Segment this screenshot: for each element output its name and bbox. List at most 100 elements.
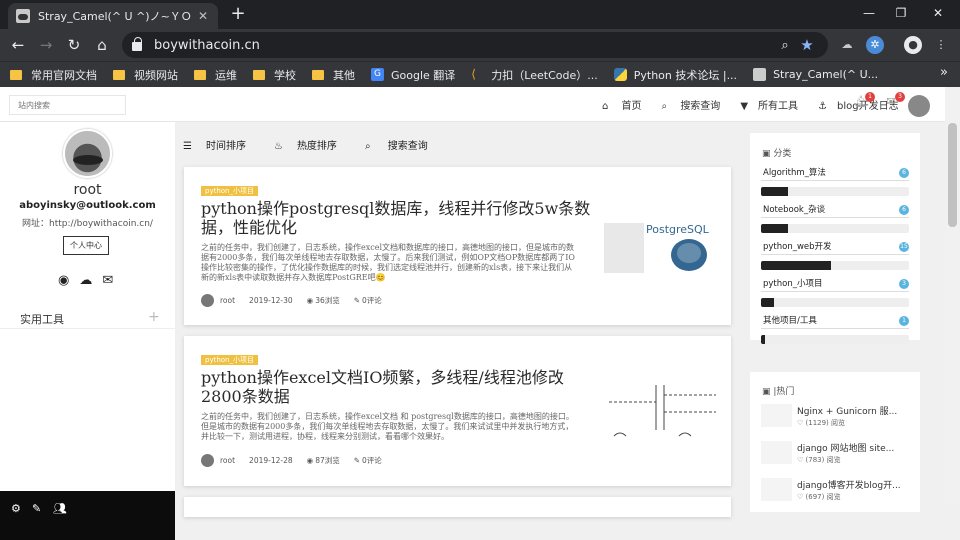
heart-icon: ♡ <box>797 456 806 464</box>
tab-close-icon[interactable]: ✕ <box>196 9 210 23</box>
nav-avatar[interactable] <box>908 95 930 117</box>
article-card[interactable]: python_小项目 python操作excel文档IO频繁，多线程/线程池修改… <box>184 336 731 486</box>
article-title[interactable]: python操作postgresql数据库，线程并行修改5w条数据，性能优化 <box>201 199 591 237</box>
social-links: ◉ ☁ ✉ <box>58 273 123 288</box>
home-icon[interactable]: ⌂ <box>92 35 112 55</box>
hot-item[interactable]: Nginx + Gunicorn 服... ♡ (1129) 阅览 <box>761 404 911 430</box>
category-progress <box>761 298 909 307</box>
article-tag[interactable]: python_小项目 <box>201 355 258 365</box>
postgresql-thumbnail[interactable]: PostgreSQL <box>604 215 721 277</box>
category-progress <box>761 261 909 270</box>
hot-item[interactable]: django博客开发blog开... ♡ (697) 阅览 <box>761 478 911 504</box>
github-icon[interactable]: ◉ <box>58 273 69 288</box>
forward-icon[interactable]: → <box>36 35 56 55</box>
category-name[interactable]: Notebook_杂谈 <box>763 203 825 215</box>
page: ⌂ 首页 ⌕ 搜索查询 ▼所有工具 ⚓blog开发日志 🔔︎1 ✉3 root … <box>0 87 960 540</box>
bookmark-item[interactable]: 运维 <box>194 67 237 83</box>
hot-title[interactable]: django博客开发blog开... <box>797 478 901 491</box>
hot-thumbnail[interactable] <box>761 441 792 464</box>
article-author[interactable]: root <box>220 296 235 305</box>
article-date: 2019-12-30 <box>249 296 293 305</box>
nav-tools[interactable]: ▼ 所有工具 <box>740 97 808 112</box>
user-email: aboyinsky@outlook.com <box>19 200 156 211</box>
search-query[interactable]: ⌕ 搜索查询 <box>365 137 442 152</box>
bookmark-item[interactable]: Python 技术论坛 |... <box>613 67 737 83</box>
site-search-input[interactable] <box>9 95 126 115</box>
bookmark-item[interactable]: 常用官网文档 <box>10 67 97 83</box>
bookmark-item[interactable]: Stray_Camel(^ U... <box>753 68 878 81</box>
bell-icon[interactable]: 🔔︎ 1 <box>852 92 875 113</box>
tools-section[interactable]: 实用工具 + <box>0 309 175 329</box>
page-scrollbar[interactable] <box>945 87 960 505</box>
mail-badge: 3 <box>895 92 905 102</box>
address-bar[interactable]: boywithacoin.cn ⌕ ★ <box>122 32 828 58</box>
bookmark-item[interactable]: 视频网站 <box>113 67 178 83</box>
article-tag[interactable]: python_小项目 <box>201 186 258 196</box>
article-title[interactable]: python操作excel文档IO频繁，多线程/线程池修改2800条数据 <box>201 368 591 406</box>
settings-icon[interactable]: ⚙ <box>11 502 21 515</box>
category-name[interactable]: 其他项目/工具 <box>763 314 817 326</box>
eye-icon: ◉ <box>306 456 314 465</box>
notify-badge: 1 <box>865 92 875 102</box>
bookmark-label: 常用官网文档 <box>31 68 97 82</box>
category-count-badge: 3 <box>899 279 909 289</box>
search-icon: ⌕ <box>661 101 671 112</box>
edit-icon[interactable]: ✎ <box>32 502 41 515</box>
category-name[interactable]: python_web开发 <box>763 240 832 252</box>
article-card[interactable] <box>184 497 731 517</box>
nav-home[interactable]: ⌂ 首页 <box>602 97 652 112</box>
sort-by-time[interactable]: ☰ 时间排序 <box>183 137 260 152</box>
site-favicon-icon <box>16 9 30 23</box>
extension-cloud-icon[interactable]: ☁ <box>838 36 856 54</box>
new-tab-button[interactable]: + <box>228 3 248 25</box>
sort-by-hot[interactable]: ♨ 热度排序 <box>274 137 351 152</box>
threading-sketch-thumbnail[interactable] <box>604 380 721 442</box>
category-progress <box>761 335 909 344</box>
bookmark-star-icon[interactable]: ★ <box>796 36 818 54</box>
hot-thumbnail[interactable] <box>761 404 792 427</box>
scrollbar-thumb[interactable] <box>948 123 957 227</box>
bookmark-item[interactable]: 学校 <box>253 67 296 83</box>
hot-title[interactable]: django 网站地图 site... <box>797 441 894 454</box>
profile-avatar <box>63 129 112 178</box>
article-author[interactable]: root <box>220 456 235 465</box>
article-meta: root 2019-12-30 ◉ 36浏览 ✎ 0评论 <box>201 294 396 307</box>
hot-item[interactable]: django 网站地图 site... ♡ (783) 阅览 <box>761 441 911 467</box>
users-icon[interactable]: 👥︎ <box>53 502 67 515</box>
bookmarks-overflow-icon[interactable]: » <box>940 65 948 80</box>
reload-icon[interactable]: ↻ <box>64 35 84 55</box>
browser-tab[interactable]: Stray_Camel(^ U ^)ノ~ＹＯ ✕ <box>8 3 218 29</box>
close-window-icon[interactable]: ✕ <box>928 4 948 22</box>
category-name[interactable]: Algorithm_算法 <box>763 166 826 178</box>
profile-icon[interactable]: ● <box>904 36 922 54</box>
mail-icon[interactable]: ✉ 3 <box>882 92 905 113</box>
profile-sidebar: root aboyinsky@outlook.com 网址：http://boy… <box>0 122 175 540</box>
minimize-icon[interactable]: — <box>859 4 879 22</box>
article-views: 87浏览 <box>315 456 340 465</box>
user-center-button[interactable]: 个人中心 <box>63 236 109 255</box>
nav-search[interactable]: ⌕ 搜索查询 <box>662 97 731 112</box>
article-card[interactable]: python_小项目 python操作postgresql数据库，线程并行修改5… <box>184 167 731 325</box>
extension-translate-icon[interactable]: ✲ <box>866 36 884 54</box>
home-icon: ⌂ <box>602 101 612 112</box>
url-text[interactable]: boywithacoin.cn <box>154 38 774 53</box>
restore-icon[interactable]: ❐ <box>891 4 911 22</box>
zoom-icon[interactable]: ⌕ <box>774 38 796 53</box>
article-excerpt: 之前的任务中，我们创建了，日志系统，操作excel文档和数据库的接口，高德地图的… <box>201 243 575 282</box>
tools-expand-icon[interactable]: + <box>148 309 160 325</box>
browser-menu-icon[interactable]: ⋮ <box>932 36 950 54</box>
email-icon[interactable]: ✉ <box>102 273 113 288</box>
category-count-badge: 6 <box>899 205 909 215</box>
article-date: 2019-12-28 <box>249 456 293 465</box>
bookmark-item[interactable]: G Google 翻译 <box>371 67 455 83</box>
hot-thumbnail[interactable] <box>761 478 792 501</box>
hot-title[interactable]: Nginx + Gunicorn 服... <box>797 404 897 417</box>
bookmark-item[interactable]: ⟨ 力扣（LeetCode）... <box>471 67 597 83</box>
wechat-icon[interactable]: ☁ <box>79 273 92 288</box>
category-divider <box>761 217 909 218</box>
bookmark-item[interactable]: 其他 <box>312 67 355 83</box>
category-name[interactable]: python_小项目 <box>763 277 822 289</box>
bookmark-label: 其他 <box>333 68 355 82</box>
filter-icon: ▼ <box>740 101 749 112</box>
back-icon[interactable]: ← <box>8 35 28 55</box>
